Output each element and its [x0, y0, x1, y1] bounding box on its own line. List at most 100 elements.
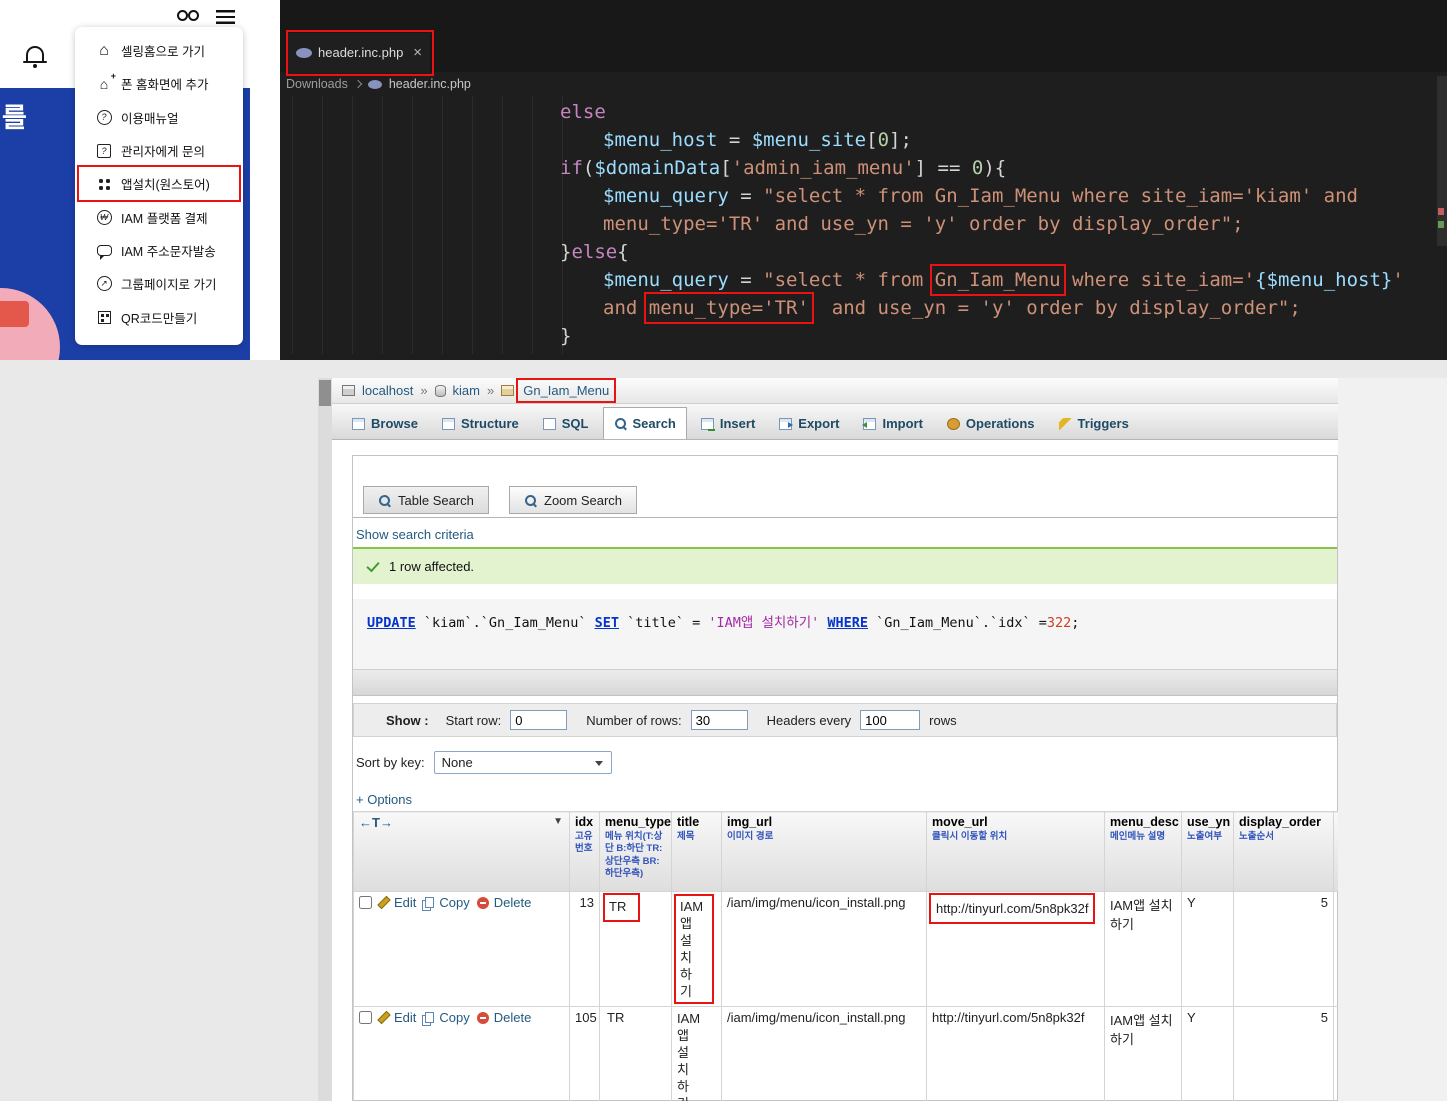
- sort-dropdown-icon[interactable]: ▼: [553, 816, 563, 827]
- header-use-yn[interactable]: use_yn노출여부: [1182, 812, 1234, 892]
- breadcrumb-table[interactable]: Gn_Iam_Menu: [521, 383, 611, 398]
- menu-item-selling-home[interactable]: 셀링홈으로 가기: [79, 34, 239, 67]
- subtab-table-search[interactable]: Table Search: [363, 486, 489, 514]
- number-of-rows-label: Number of rows:: [586, 713, 681, 728]
- success-message: 1 row affected.: [389, 559, 474, 574]
- edit-link[interactable]: Edit: [394, 1010, 416, 1025]
- browse-icon: [352, 418, 365, 430]
- start-row-input[interactable]: [510, 710, 567, 730]
- header-display-order[interactable]: display_order노출순서: [1234, 812, 1334, 892]
- header-title[interactable]: title제목: [672, 812, 722, 892]
- tab-close-icon[interactable]: ×: [413, 44, 422, 61]
- notification-bell-icon[interactable]: [26, 46, 44, 61]
- pma-tab-bar: Browse Structure SQL Search Insert Expor…: [332, 404, 1338, 440]
- breadcrumb-folder[interactable]: Downloads: [286, 77, 348, 91]
- pma-content-area: Table Search Zoom Search Show search cri…: [352, 455, 1338, 1101]
- row-checkbox[interactable]: [359, 896, 372, 909]
- export-icon: [779, 418, 792, 430]
- server-icon: [342, 385, 355, 396]
- tab-sql[interactable]: SQL: [533, 408, 599, 439]
- rows-label: rows: [929, 713, 956, 728]
- delete-link[interactable]: Delete: [494, 895, 532, 910]
- row-checkbox[interactable]: [359, 1011, 372, 1024]
- red-highlight-move-url: http://tinyurl.com/5n8pk32f: [934, 898, 1090, 919]
- options-toggle-link[interactable]: + Options: [356, 792, 412, 807]
- cell-menu-type: TR: [600, 892, 672, 1007]
- sort-by-key-label: Sort by key:: [356, 755, 425, 770]
- phpmyadmin-panel: localhost » kiam » Gn_Iam_Menu Browse St…: [332, 378, 1338, 1101]
- cell-partial: [1334, 1007, 1339, 1101]
- tab-export[interactable]: Export: [769, 408, 849, 439]
- tab-import[interactable]: Import: [853, 408, 932, 439]
- copy-icon: [425, 1012, 434, 1023]
- show-search-criteria-link[interactable]: Show search criteria: [356, 527, 474, 542]
- minimap-mark-green: [1438, 221, 1444, 228]
- delete-link[interactable]: Delete: [494, 1010, 532, 1025]
- menu-item-app-install[interactable]: 앱설치(원스토어): [79, 167, 239, 200]
- headers-every-input[interactable]: [860, 710, 920, 730]
- structure-icon: [442, 418, 455, 430]
- cell-display-order: 5: [1234, 1007, 1334, 1101]
- triggers-icon: [1059, 418, 1072, 430]
- sms-icon: [94, 241, 114, 259]
- contact-admin-icon: [94, 142, 114, 160]
- header-img-url[interactable]: img_url이미지 경로: [722, 812, 927, 892]
- group-page-icon: [94, 275, 114, 293]
- hamburger-menu-icon[interactable]: [216, 10, 235, 24]
- tab-search[interactable]: Search: [603, 407, 687, 439]
- tab-triggers[interactable]: Triggers: [1049, 408, 1139, 439]
- breadcrumb-file[interactable]: header.inc.php: [389, 77, 471, 91]
- minimap-mark-red: [1438, 208, 1444, 215]
- transpose-control[interactable]: ←T→: [359, 815, 393, 830]
- header-menu-type[interactable]: menu_type메뉴 위치(T:상단 B:하단 TR:상단우측 BR:하단우측…: [600, 812, 672, 892]
- menu-item-group-page[interactable]: 그룹페이지로 가기: [79, 267, 239, 300]
- start-row-label: Start row:: [446, 713, 502, 728]
- number-of-rows-input[interactable]: [691, 710, 748, 730]
- subtab-zoom-search[interactable]: Zoom Search: [509, 486, 637, 514]
- cell-partial: [1334, 892, 1339, 1007]
- import-icon: [863, 418, 876, 430]
- sort-key-select[interactable]: None: [434, 751, 612, 774]
- table-icon: [501, 385, 514, 396]
- table-row: Edit Copy Delete 105 TR IAM앱설치하기 /iam/im…: [354, 1007, 1339, 1101]
- screenshot-root: 를 셀링홈으로 가기 폰 홈화면에 추가 이용매뉴얼 관리자에게 문의 앱설치(…: [0, 0, 1447, 1101]
- tabs-count-icon[interactable]: [177, 10, 199, 20]
- cell-use-yn: Y: [1182, 1007, 1234, 1101]
- breadcrumb-server[interactable]: localhost: [362, 383, 413, 398]
- copy-link[interactable]: Copy: [439, 895, 469, 910]
- sql-icon: [543, 418, 556, 430]
- delete-icon: [477, 897, 489, 909]
- show-label: Show :: [386, 713, 429, 728]
- tab-structure[interactable]: Structure: [432, 408, 529, 439]
- tab-insert[interactable]: Insert: [691, 408, 765, 439]
- background-left: [0, 378, 332, 1101]
- header-move-url[interactable]: move_url클릭시 이동할 위치: [927, 812, 1105, 892]
- editor-tab-label: header.inc.php: [318, 45, 403, 60]
- menu-item-platform-payment[interactable]: IAM 플랫폼 결제: [79, 200, 239, 233]
- menu-item-manual[interactable]: 이용매뉴얼: [79, 101, 239, 134]
- scrollbar-thumb[interactable]: [319, 380, 331, 406]
- vertical-scrollbar[interactable]: [318, 378, 332, 1101]
- copy-link[interactable]: Copy: [439, 1010, 469, 1025]
- menu-item-add-to-home[interactable]: 폰 홈화면에 추가: [79, 67, 239, 100]
- header-partial-column: [1334, 812, 1339, 892]
- header-idx[interactable]: idx고유 번호: [570, 812, 600, 892]
- edit-link[interactable]: Edit: [394, 895, 416, 910]
- tab-browse[interactable]: Browse: [342, 408, 428, 439]
- editor-tab-header-inc-php[interactable]: header.inc.php ×: [288, 33, 430, 72]
- sort-controls: Sort by key: None: [356, 751, 612, 774]
- header-menu-desc[interactable]: menu_desc메인메뉴 설명: [1105, 812, 1182, 892]
- home-icon: [94, 42, 114, 60]
- manual-icon: [94, 108, 114, 126]
- mobile-site-section: 를 셀링홈으로 가기 폰 홈화면에 추가 이용매뉴얼 관리자에게 문의 앱설치(…: [0, 0, 280, 378]
- tab-operations[interactable]: Operations: [937, 408, 1045, 439]
- menu-item-qr-code[interactable]: QR코드만들기: [79, 300, 239, 333]
- cell-move-url: http://tinyurl.com/5n8pk32f: [927, 1007, 1105, 1101]
- hero-text: 를: [2, 96, 27, 135]
- mobile-dropdown-menu: 셀링홈으로 가기 폰 홈화면에 추가 이용매뉴얼 관리자에게 문의 앱설치(원스…: [75, 27, 243, 345]
- cell-idx: 105: [570, 1007, 600, 1101]
- breadcrumb-database[interactable]: kiam: [453, 383, 480, 398]
- cell-title: IAM앱설치하기: [672, 1007, 722, 1101]
- menu-item-sms-send[interactable]: IAM 주소문자발송: [79, 234, 239, 267]
- menu-item-contact-admin[interactable]: 관리자에게 문의: [79, 134, 239, 167]
